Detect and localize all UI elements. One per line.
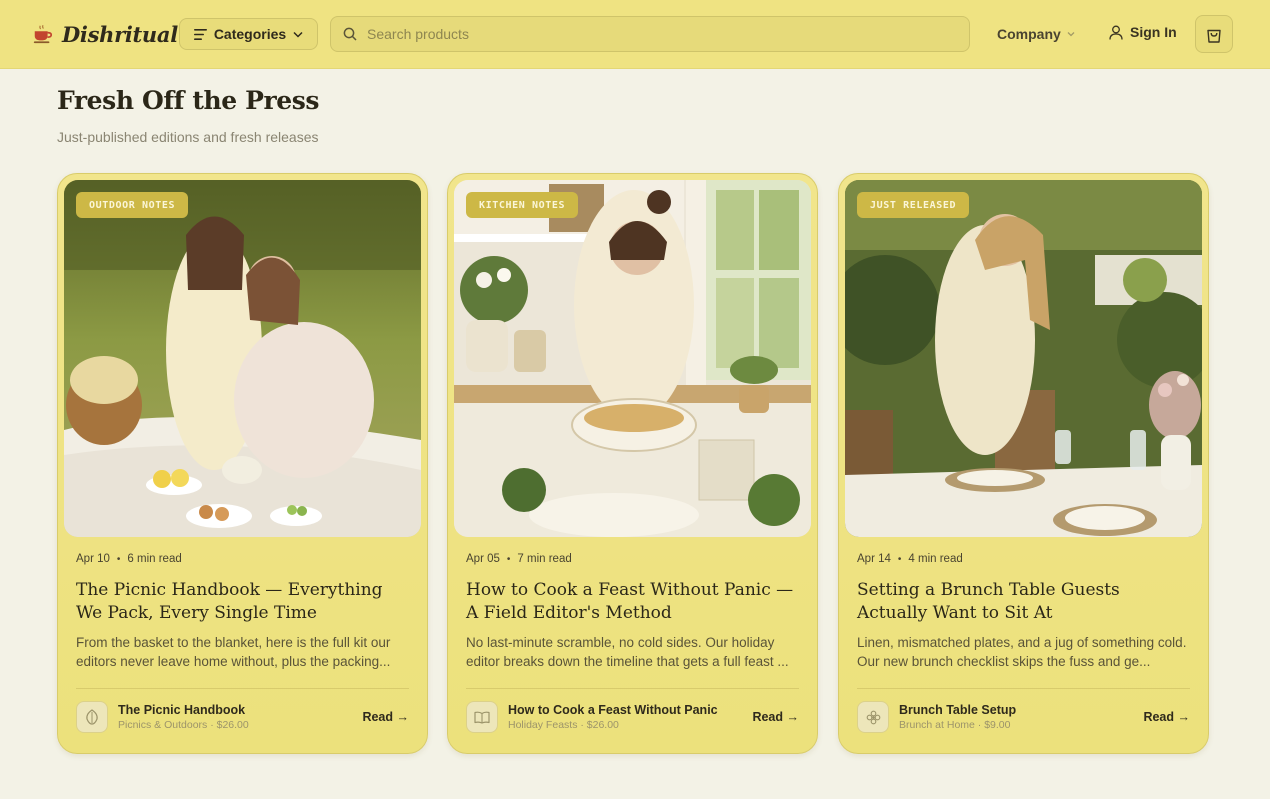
article-meta: Apr 10 • 6 min read xyxy=(76,553,182,565)
cart-button[interactable] xyxy=(1195,15,1233,53)
read-link[interactable]: Read → xyxy=(1143,710,1190,724)
product-name: The Picnic Handbook xyxy=(118,702,246,717)
search-input[interactable] xyxy=(367,26,927,42)
article-card[interactable]: KITCHEN NOTES Apr 05 • 7 min read How to… xyxy=(447,173,818,754)
coffee-cup-icon xyxy=(33,25,53,44)
article-title[interactable]: How to Cook a Feast Without Panic — A Fi… xyxy=(466,579,802,625)
search-bar[interactable] xyxy=(330,16,970,52)
user-icon xyxy=(1109,25,1123,40)
section-subtitle: Just-published editions and fresh releas… xyxy=(57,129,319,145)
company-label: Company xyxy=(997,26,1061,42)
article-date: Apr 10 xyxy=(76,553,110,565)
article-excerpt: Linen, mismatched plates, and a jug of s… xyxy=(857,635,1187,669)
brand-logo[interactable]: Dishritual xyxy=(32,20,178,48)
categories-button[interactable]: Categories xyxy=(179,18,318,50)
chevron-down-icon xyxy=(293,31,303,38)
category-badge: JUST RELEASED xyxy=(857,192,970,218)
article-title[interactable]: The Picnic Handbook — Everything We Pack… xyxy=(76,579,412,625)
article-title[interactable]: Setting a Brunch Table Guests Actually W… xyxy=(857,579,1193,625)
flower-icon xyxy=(857,701,889,733)
section-title: Fresh Off the Press xyxy=(57,86,320,115)
divider xyxy=(466,688,799,689)
article-excerpt: No last-minute scramble, no cold sides. … xyxy=(466,635,789,669)
divider xyxy=(857,688,1190,689)
article-meta: Apr 05 • 7 min read xyxy=(466,553,572,565)
category-badge: OUTDOOR NOTES xyxy=(76,192,189,218)
article-excerpt: From the basket to the blanket, here is … xyxy=(76,635,391,669)
product-meta: Holiday Feasts · $26.00 xyxy=(508,718,619,731)
product-name: How to Cook a Feast Without Panic xyxy=(508,702,718,717)
article-card[interactable]: OUTDOOR NOTES Apr 10 • 6 min read The Pi… xyxy=(57,173,428,754)
sign-in-button[interactable]: Sign In xyxy=(1109,24,1177,40)
product-meta: Brunch at Home · $9.00 xyxy=(899,718,1011,731)
leaf-icon xyxy=(76,701,108,733)
separator-dot: • xyxy=(897,553,902,565)
product-meta: Picnics & Outdoors · $26.00 xyxy=(118,718,249,731)
read-time: 6 min read xyxy=(127,553,182,565)
article-meta: Apr 14 • 4 min read xyxy=(857,553,963,565)
company-menu[interactable]: Company xyxy=(997,26,1075,42)
separator-dot: • xyxy=(506,553,511,565)
chevron-down-icon xyxy=(1067,32,1075,37)
product-row[interactable]: The Picnic Handbook Picnics & Outdoors ·… xyxy=(76,700,409,734)
product-row[interactable]: Brunch Table Setup Brunch at Home · $9.0… xyxy=(857,700,1190,734)
book-icon xyxy=(466,701,498,733)
article-card[interactable]: JUST RELEASED Apr 14 • 4 min read Settin… xyxy=(838,173,1209,754)
article-image[interactable] xyxy=(454,180,811,537)
read-time: 7 min read xyxy=(517,553,572,565)
read-time: 4 min read xyxy=(908,553,963,565)
top-navbar: Dishritual Categories Company Sign In xyxy=(0,0,1270,69)
shopping-bag-icon xyxy=(1207,29,1221,43)
article-image[interactable] xyxy=(64,180,421,537)
article-date: Apr 14 xyxy=(857,553,891,565)
divider xyxy=(76,688,409,689)
brand-name: Dishritual xyxy=(62,21,178,47)
separator-dot: • xyxy=(116,553,121,565)
article-image[interactable] xyxy=(845,180,1202,537)
search-icon xyxy=(343,27,357,41)
category-badge: KITCHEN NOTES xyxy=(466,192,579,218)
product-row[interactable]: How to Cook a Feast Without Panic Holida… xyxy=(466,700,799,734)
categories-label: Categories xyxy=(213,26,287,42)
read-link[interactable]: Read → xyxy=(752,710,799,724)
article-date: Apr 05 xyxy=(466,553,500,565)
sign-in-label: Sign In xyxy=(1130,24,1177,40)
menu-lines-icon xyxy=(193,28,207,40)
read-link[interactable]: Read → xyxy=(362,710,409,724)
product-name: Brunch Table Setup xyxy=(899,702,1017,717)
